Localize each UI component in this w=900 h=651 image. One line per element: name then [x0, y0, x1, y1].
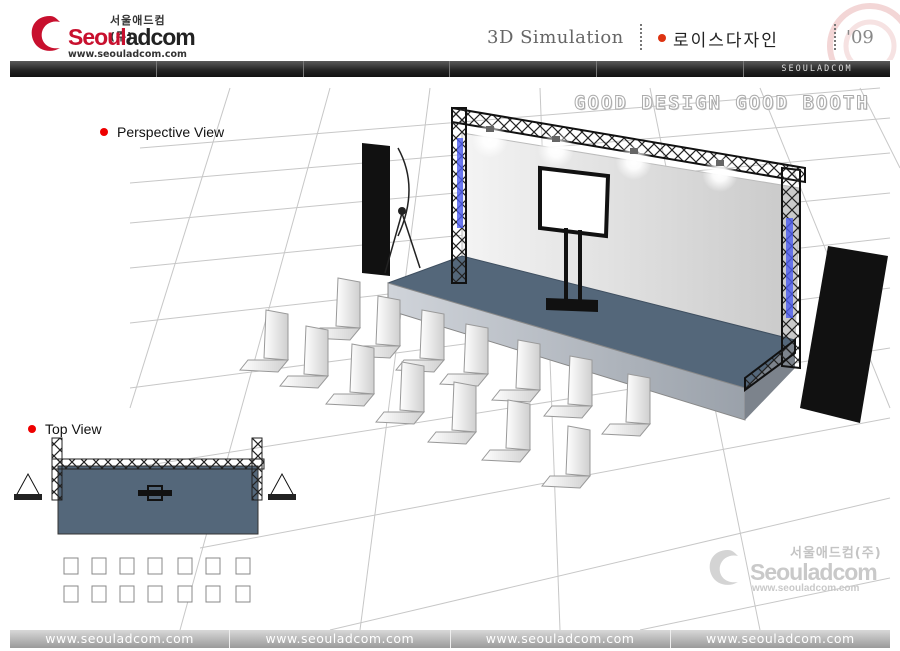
top-view-text: Top View [45, 421, 102, 437]
nav-segment[interactable] [450, 61, 598, 77]
logo-swoosh-icon [31, 16, 66, 51]
nav-segment[interactable] [304, 61, 451, 77]
nav-segment[interactable] [157, 61, 304, 77]
client-name: 로이스다자인 [673, 31, 779, 51]
perspective-view-text: Perspective View [117, 124, 225, 140]
logo-name-dark: adcom [125, 24, 196, 50]
client-bullet-icon [658, 34, 666, 42]
header-separator [834, 24, 836, 50]
project-year: '09 [846, 27, 874, 48]
logo-name: Seouladcom [68, 24, 196, 51]
logo-url: www.seouladcom.com [68, 49, 187, 60]
top-view-plan [14, 437, 296, 603]
perspective-view-label: Perspective View [100, 124, 224, 140]
nav-segment[interactable] [10, 61, 157, 77]
page: 서울애드컴(주) Seouladcom www.seouladcom.com 3… [0, 0, 900, 651]
header-decoration-icon [827, 3, 900, 60]
footer-link[interactable]: www.seouladcom.com [230, 630, 451, 648]
watermark-url: www.seouladcom.com [752, 583, 860, 594]
logo-name-red: Seoul [68, 24, 127, 50]
logo[interactable]: 서울애드컴(주) Seouladcom www.seouladcom.com [28, 8, 196, 60]
watermark-swoosh-icon [709, 550, 738, 585]
footer-link[interactable]: www.seouladcom.com [451, 630, 671, 648]
footer-bar: www.seouladcom.com www.seouladcom.com ww… [10, 630, 890, 648]
bullet-icon [100, 128, 108, 136]
top-view-label: Top View [28, 421, 102, 437]
nav-segment[interactable] [597, 61, 744, 77]
watermark-name: Seouladcom [750, 559, 878, 585]
footer-link[interactable]: www.seouladcom.com [10, 630, 231, 648]
footer-link[interactable]: www.seouladcom.com [671, 630, 890, 648]
bullet-icon [28, 425, 36, 433]
page-title: 3D Simulation [487, 27, 624, 48]
nav-brand[interactable]: SEOULADCOM [744, 61, 890, 77]
stage-render [0, 87, 900, 630]
nav-bar: SEOULADCOM [10, 61, 890, 77]
header-separator [640, 24, 642, 50]
slogan: GOOD DESIGN GOOD BOOTH [574, 92, 870, 115]
